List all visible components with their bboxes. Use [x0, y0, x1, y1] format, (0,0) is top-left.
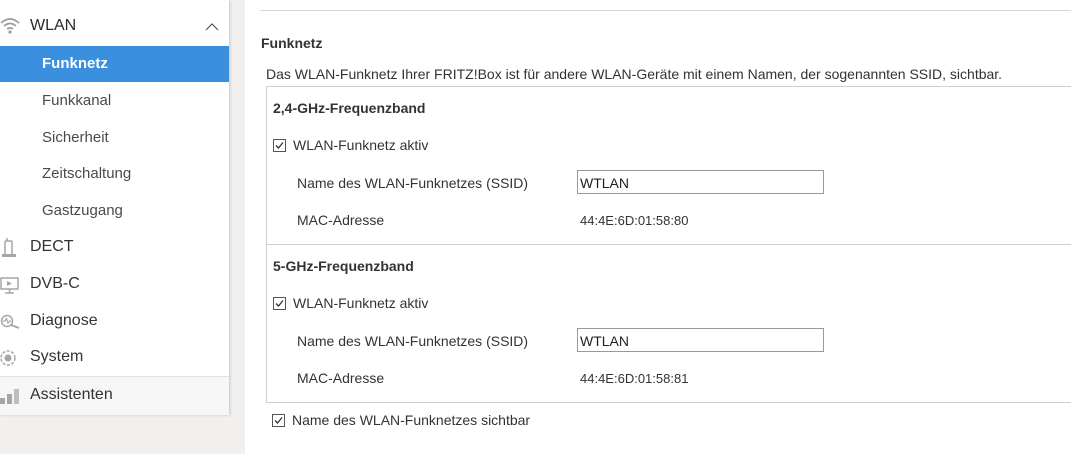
sidebar-item-dvb-c[interactable]: DVB-C: [0, 267, 229, 303]
band-2-4-ghz: 2,4-GHz-Frequenzband WLAN-Funknetz aktiv…: [267, 87, 1071, 244]
divider: [260, 10, 1071, 11]
ssid-label: Name des WLAN-Funknetzes (SSID): [297, 175, 529, 191]
system-icon: [0, 348, 20, 368]
main-content: Funknetz Das WLAN-Funknetz Ihrer FRITZ!B…: [245, 0, 1071, 454]
mac-label: MAC-Adresse: [297, 212, 385, 228]
mac-label: MAC-Adresse: [297, 370, 385, 386]
sidebar-item-label: Diagnose: [30, 312, 98, 329]
band-title: 2,4-GHz-Frequenzband: [273, 100, 426, 116]
sidebar-item-funknetz[interactable]: Funknetz: [0, 46, 229, 82]
sidebar-item-label: System: [30, 348, 84, 365]
wifi-icon: [0, 16, 20, 36]
ssid-label: Name des WLAN-Funknetzes (SSID): [297, 333, 529, 349]
sidebar-item-funkkanal[interactable]: Funkkanal: [0, 83, 229, 119]
sidebar-item-sicherheit[interactable]: Sicherheit: [0, 120, 229, 156]
sidebar-item-label: DVB-C: [30, 275, 80, 292]
sidebar-item-label: Funkkanal: [42, 92, 112, 109]
wlan-active-checkbox[interactable]: [273, 297, 286, 310]
band-title: 5-GHz-Frequenzband: [273, 258, 414, 274]
ssid-input[interactable]: [577, 170, 824, 194]
sidebar: WLAN Funknetz Funkkanal Sicherheit Zeits…: [0, 0, 229, 415]
band-box: 2,4-GHz-Frequenzband WLAN-Funknetz aktiv…: [266, 86, 1071, 403]
tv-icon: [0, 275, 20, 295]
sidebar-item-label: Assistenten: [30, 386, 113, 403]
sidebar-item-zeitschaltung[interactable]: Zeitschaltung: [0, 156, 229, 192]
ssid-input[interactable]: [577, 328, 824, 352]
wlan-active-label: WLAN-Funknetz aktiv: [293, 137, 429, 153]
sidebar-item-diagnose[interactable]: Diagnose: [0, 304, 229, 340]
sidebar-item-system[interactable]: System: [0, 340, 229, 376]
sidebar-item-label: DECT: [30, 238, 74, 255]
diagnose-icon: [0, 312, 20, 332]
mac-value: 44:4E:6D:01:58:80: [580, 213, 689, 228]
ssid-visible-label: Name des WLAN-Funknetzes sichtbar: [292, 412, 531, 428]
page-description: Das WLAN-Funknetz Ihrer FRITZ!Box ist fü…: [266, 66, 1003, 82]
wlan-active-checkbox[interactable]: [273, 139, 286, 152]
sidebar-item-label: Zeitschaltung: [42, 165, 132, 182]
wlan-active-label: WLAN-Funknetz aktiv: [293, 295, 429, 311]
phone-icon: [0, 238, 20, 258]
sidebar-item-label: WLAN: [30, 17, 77, 34]
assistant-icon: [0, 386, 20, 406]
page-title: Funknetz: [261, 35, 323, 51]
sidebar-item-gastzugang[interactable]: Gastzugang: [0, 193, 229, 229]
chevron-up-icon[interactable]: [205, 20, 219, 34]
sidebar-item-assistenten[interactable]: Assistenten: [0, 376, 229, 415]
sidebar-item-label: Funknetz: [42, 55, 108, 72]
sidebar-item-wlan[interactable]: WLAN: [0, 8, 229, 46]
sidebar-item-label: Sicherheit: [42, 129, 109, 146]
sidebar-item-label: Gastzugang: [42, 202, 123, 219]
mac-value: 44:4E:6D:01:58:81: [580, 371, 689, 386]
band-5-ghz: 5-GHz-Frequenzband WLAN-Funknetz aktiv N…: [267, 244, 1071, 402]
ssid-visible-checkbox[interactable]: [272, 414, 285, 427]
sidebar-item-dect[interactable]: DECT: [0, 230, 229, 266]
